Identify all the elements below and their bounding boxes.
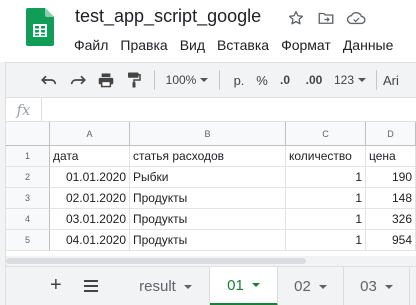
app-header: test_app_script_google Файл Правка Вид В… xyxy=(0,0,416,62)
menu-insert[interactable]: Вставка xyxy=(211,35,275,55)
row-number[interactable]: 5 xyxy=(6,230,50,251)
more-formats-button[interactable]: 123 xyxy=(330,66,370,94)
more-formats-label: 123 xyxy=(333,73,355,87)
chevron-down-icon xyxy=(183,284,192,289)
menu-edit[interactable]: Правка xyxy=(114,35,173,55)
cell-d2[interactable]: 190 xyxy=(366,167,416,188)
menu-view[interactable]: Вид xyxy=(174,35,211,55)
cell-b2[interactable]: Рыбки xyxy=(130,167,286,188)
chevron-down-icon xyxy=(251,283,260,287)
cell-c1[interactable]: количество xyxy=(286,146,366,167)
toolbar-separator xyxy=(154,70,155,90)
menu-file[interactable]: Файл xyxy=(74,35,114,55)
cell-a3[interactable]: 02.01.2020 xyxy=(50,188,130,209)
sheet-tab-02[interactable]: 02 xyxy=(278,267,344,305)
cell-b4[interactable]: Продукты xyxy=(130,209,286,230)
menu-bar: Файл Правка Вид Вставка Формат Данные xyxy=(74,35,399,55)
row-number[interactable]: 1 xyxy=(6,146,50,167)
row-number[interactable]: 3 xyxy=(6,188,50,209)
toolbar-separator xyxy=(219,70,220,90)
cell-d3[interactable]: 148 xyxy=(366,188,416,209)
undo-icon[interactable] xyxy=(34,66,64,94)
table-row: 3 02.01.2020 Продукты 1 148 xyxy=(6,188,416,209)
menu-data[interactable]: Данные xyxy=(337,35,400,55)
increase-decimals-button[interactable]: .00 xyxy=(298,66,330,94)
cell-b3[interactable]: Продукты xyxy=(130,188,286,209)
cell-c2[interactable]: 1 xyxy=(286,167,366,188)
toolbar: 100% р. % .0 .00 123 Ari xyxy=(6,62,416,98)
sheet-tab-label: result xyxy=(139,278,176,295)
cell-c3[interactable]: 1 xyxy=(286,188,366,209)
scrollbar-thumb[interactable] xyxy=(6,258,306,264)
print-icon[interactable] xyxy=(92,66,120,94)
menu-format[interactable]: Формат xyxy=(275,35,337,55)
paint-format-icon[interactable] xyxy=(120,66,148,94)
column-header-row: A B C D xyxy=(6,122,416,146)
cell-a1[interactable]: дата xyxy=(50,146,130,167)
chevron-down-icon xyxy=(384,284,393,289)
zoom-select[interactable]: 100% xyxy=(161,66,213,94)
fx-icon: fx xyxy=(6,97,42,122)
sheet-tab-03[interactable]: 03 xyxy=(344,267,410,305)
redo-icon[interactable] xyxy=(64,66,92,94)
row-number[interactable]: 2 xyxy=(6,167,50,188)
chevron-down-icon xyxy=(318,284,327,289)
row-number[interactable]: 4 xyxy=(6,209,50,230)
select-all-corner[interactable] xyxy=(6,122,50,146)
formula-bar: fx xyxy=(6,97,416,122)
column-header-d[interactable]: D xyxy=(366,122,416,146)
sheets-logo-icon[interactable] xyxy=(26,8,54,46)
cell-a5[interactable]: 04.01.2020 xyxy=(50,230,130,251)
percent-format-button[interactable]: % xyxy=(252,66,272,94)
spreadsheet-grid: A B C D 1 дата статья расходов количеств… xyxy=(6,122,416,251)
currency-format-button[interactable]: р. xyxy=(226,66,252,94)
move-to-folder-icon[interactable] xyxy=(316,8,336,28)
toolbar-separator xyxy=(376,70,377,90)
table-row: 4 03.01.2020 Продукты 1 326 xyxy=(6,209,416,230)
star-icon[interactable] xyxy=(286,8,306,28)
chevron-down-icon xyxy=(358,78,367,82)
column-header-a[interactable]: A xyxy=(50,122,130,146)
cell-d1[interactable]: цена xyxy=(366,146,416,167)
chevron-down-icon xyxy=(200,78,209,82)
cell-d5[interactable]: 954 xyxy=(366,230,416,251)
column-header-b[interactable]: B xyxy=(130,122,286,146)
sheet-tab-label: 03 xyxy=(360,278,377,295)
horizontal-scrollbar[interactable] xyxy=(6,256,416,266)
document-title[interactable]: test_app_script_google xyxy=(75,6,261,27)
increase-decimals-label: .00 xyxy=(305,73,323,87)
cell-a2[interactable]: 01.01.2020 xyxy=(50,167,130,188)
cell-a4[interactable]: 03.01.2020 xyxy=(50,209,130,230)
cell-c5[interactable]: 1 xyxy=(286,230,366,251)
table-row: 2 01.01.2020 Рыбки 1 190 xyxy=(6,167,416,188)
formula-input[interactable] xyxy=(42,98,416,122)
sheet-tab-bar: + result 01 02 03 xyxy=(6,266,416,305)
column-header-c[interactable]: C xyxy=(286,122,366,146)
table-row: 5 04.01.2020 Продукты 1 954 xyxy=(6,230,416,251)
sheet-tab-result[interactable]: result xyxy=(122,267,210,305)
font-family-select[interactable]: Ari xyxy=(383,66,413,94)
sheet-tab-label: 01 xyxy=(227,276,244,294)
sheet-tab-label: 02 xyxy=(294,278,311,295)
cell-b1[interactable]: статья расходов xyxy=(130,146,286,167)
cell-d4[interactable]: 326 xyxy=(366,209,416,230)
table-row: 1 дата статья расходов количество цена xyxy=(6,146,416,167)
all-sheets-icon[interactable] xyxy=(84,280,98,292)
decrease-decimals-button[interactable]: .0 xyxy=(272,66,298,94)
sheet-tab-01[interactable]: 01 xyxy=(210,267,278,305)
decrease-decimals-label: .0 xyxy=(279,73,290,87)
cloud-status-icon[interactable] xyxy=(346,8,366,28)
zoom-value: 100% xyxy=(165,73,197,87)
add-sheet-icon[interactable]: + xyxy=(50,275,62,295)
cell-b5[interactable]: Продукты xyxy=(130,230,286,251)
cell-c4[interactable]: 1 xyxy=(286,209,366,230)
